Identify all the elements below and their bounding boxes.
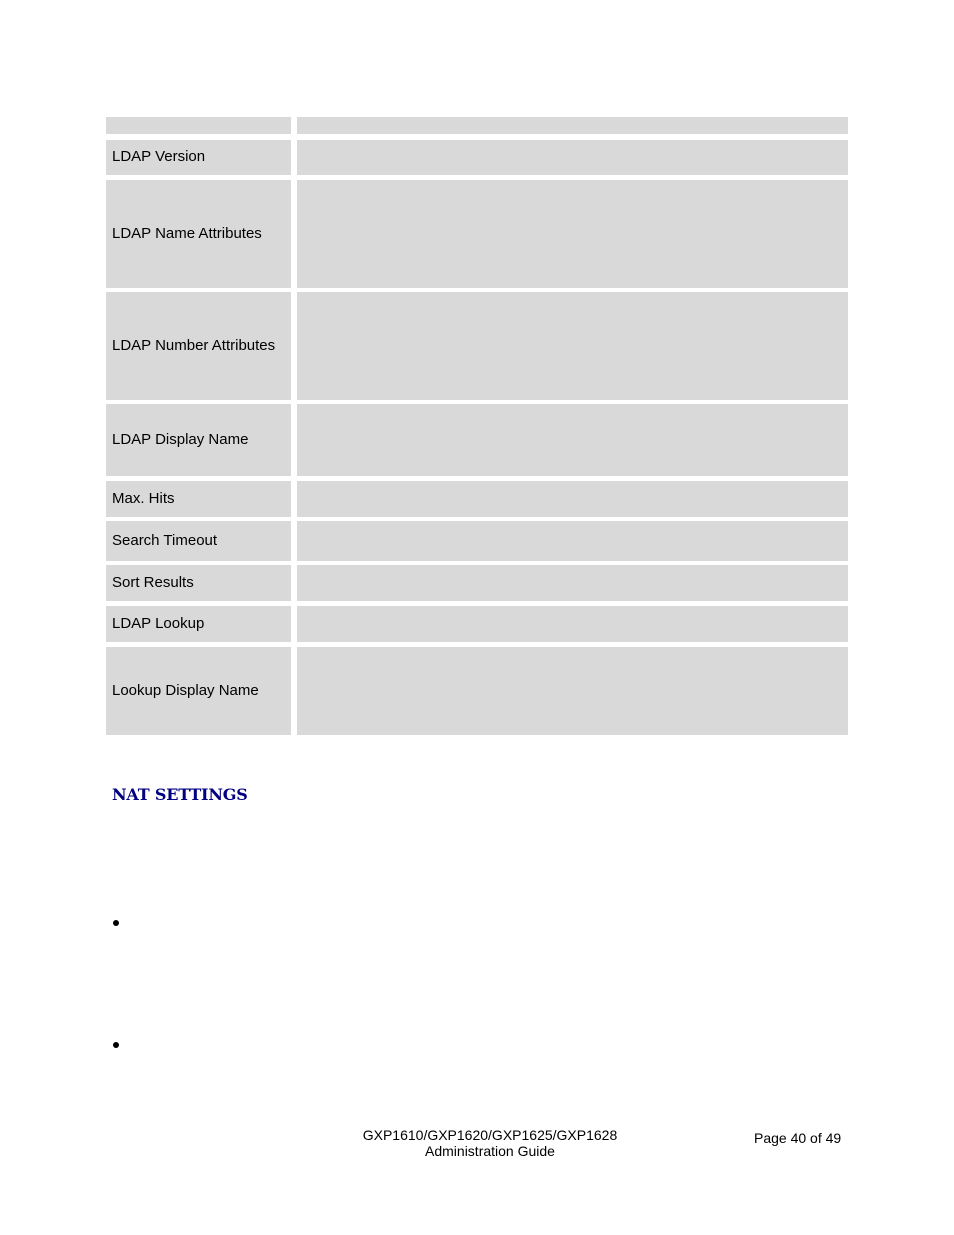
- footer-title: GXP1610/GXP1620/GXP1625/GXP1628 Administ…: [340, 1127, 640, 1159]
- table-row-value-cell: [297, 481, 848, 517]
- table-row-label-cell: [106, 117, 291, 134]
- row-label-ldap-number-attributes: LDAP Number Attributes: [112, 337, 276, 354]
- section-heading: NAT SETTINGS: [112, 785, 248, 804]
- row-label-ldap-display-name: LDAP Display Name: [112, 431, 249, 448]
- footer-product-line: GXP1610/GXP1620/GXP1625/GXP1628: [362, 1127, 618, 1143]
- table-row-value-cell: [297, 565, 848, 601]
- table-row-value-cell: [297, 521, 848, 561]
- table-row-value-cell: [297, 180, 848, 288]
- table-row-value-cell: [297, 647, 848, 735]
- row-label-ldap-lookup: LDAP Lookup: [112, 615, 205, 632]
- page-number: Page 40 of 49: [754, 1130, 842, 1146]
- table-row-value-cell: [297, 404, 848, 476]
- bullet-icon: [113, 920, 119, 926]
- row-label-ldap-name-attributes: LDAP Name Attributes: [112, 225, 262, 242]
- table-row-value-cell: [297, 117, 848, 134]
- row-label-max-hits: Max. Hits: [112, 490, 175, 507]
- table-row-value-cell: [297, 292, 848, 400]
- row-label-ldap-version: LDAP Version: [112, 148, 206, 165]
- row-label-search-timeout: Search Timeout: [112, 532, 218, 549]
- table-row-value-cell: [297, 140, 848, 175]
- row-label-lookup-display-name: Lookup Display Name: [112, 682, 259, 699]
- table-row-value-cell: [297, 606, 848, 642]
- row-label-sort-results: Sort Results: [112, 574, 194, 591]
- footer-doc-title: Administration Guide: [425, 1143, 555, 1159]
- bullet-icon: [113, 1042, 119, 1048]
